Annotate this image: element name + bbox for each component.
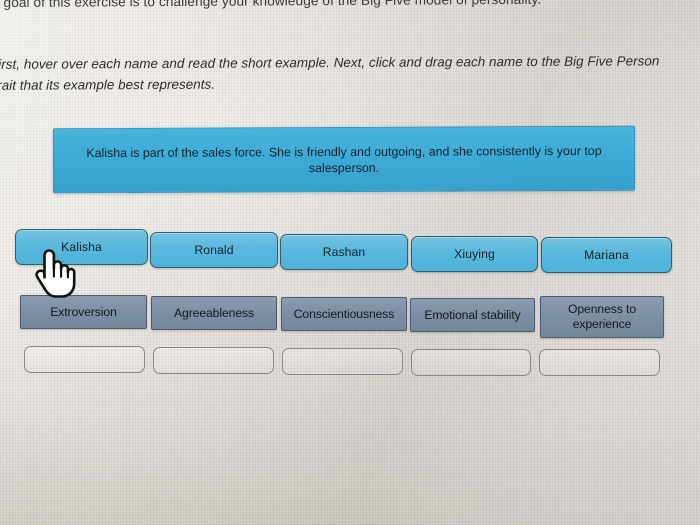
name-button-label: Mariana	[584, 248, 629, 262]
trait-box-label: Emotional stability	[424, 307, 521, 322]
exercise-goal-text: e goal of this exercise is to challenge …	[0, 0, 542, 11]
drop-zone-1[interactable]	[24, 346, 145, 373]
drop-zone-5[interactable]	[539, 349, 660, 376]
name-button-rashan[interactable]: Rashan	[280, 234, 408, 270]
name-button-label: Ronald	[194, 243, 234, 257]
name-button-label: Rashan	[322, 245, 366, 259]
name-button-label: Xiuying	[454, 247, 495, 261]
trait-box-label: Conscientiousness	[293, 306, 395, 321]
drop-zone-3[interactable]	[282, 348, 403, 375]
instructions-text: First, hover over each name and read the…	[0, 50, 700, 96]
pointing-hand-cursor	[35, 249, 76, 298]
instructions-line-1: First, hover over each name and read the…	[0, 53, 660, 72]
drop-zone-2[interactable]	[153, 347, 274, 374]
trait-box-label: Extroversion	[50, 304, 117, 319]
trait-box-label: Openness to experience	[567, 302, 636, 331]
example-tooltip-text: Kalisha is part of the sales force. She …	[86, 143, 602, 175]
trait-box-label: Agreeableness	[173, 305, 254, 320]
name-button-xiuying[interactable]: Xiuying	[411, 236, 538, 272]
trait-box-agreeableness[interactable]: Agreeableness	[151, 296, 277, 330]
trait-box-conscientiousness[interactable]: Conscientiousness	[281, 297, 407, 331]
example-tooltip: Kalisha is part of the sales force. She …	[53, 125, 635, 194]
trait-box-openness-to-experience[interactable]: Openness to experience	[540, 296, 664, 338]
drop-zone-4[interactable]	[411, 349, 531, 376]
trait-box-extroversion[interactable]: Extroversion	[20, 295, 147, 329]
name-button-mariana[interactable]: Mariana	[541, 237, 672, 273]
instructions-line-2: Trait that its example best represents.	[0, 76, 215, 93]
name-button-ronald[interactable]: Ronald	[150, 232, 278, 268]
trait-box-emotional-stability[interactable]: Emotional stability	[410, 298, 535, 332]
